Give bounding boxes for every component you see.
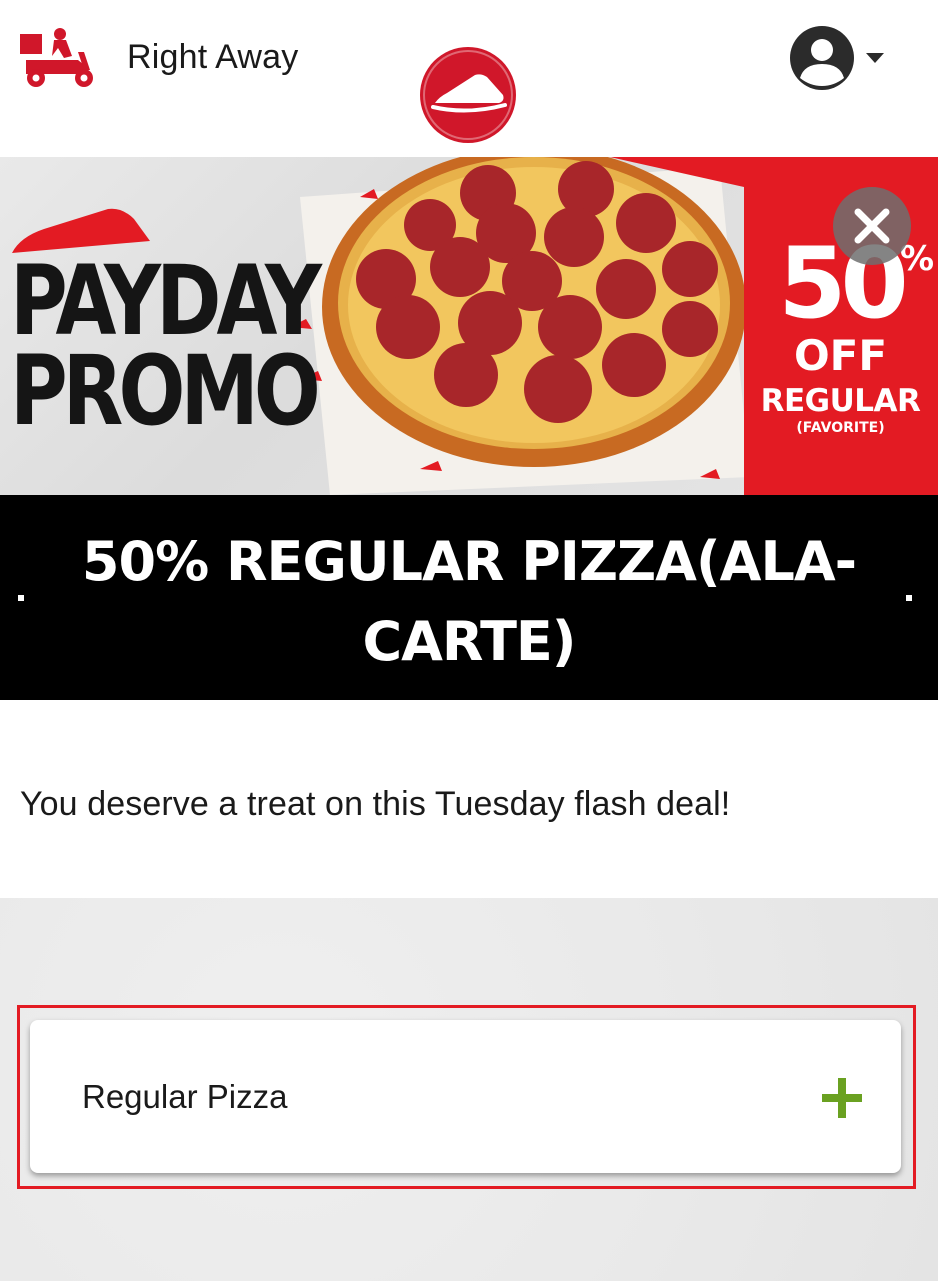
discount-favorite-label: (FAVORITE)	[796, 420, 885, 436]
discount-off-label: OFF	[793, 331, 888, 380]
promo-title-line-2: PROMO	[10, 335, 321, 447]
close-button[interactable]	[833, 187, 911, 265]
carousel-dot-right[interactable]	[906, 595, 912, 601]
plus-icon[interactable]	[822, 1078, 862, 1118]
carousel-dot-left[interactable]	[18, 595, 24, 601]
user-account-icon	[790, 26, 854, 90]
deal-title: 50% REGULAR PIZZA(ALA-CARTE)	[81, 530, 857, 673]
account-menu[interactable]	[786, 22, 890, 94]
deal-description: You deserve a treat on this Tuesday flas…	[20, 785, 731, 823]
item-card-regular-pizza[interactable]: Regular Pizza	[30, 1020, 901, 1173]
app-header: Right Away	[0, 0, 938, 157]
promo-banner[interactable]: PAYDAY PROMO 50 % OFF REGULAR (FAVORITE)	[0, 157, 938, 495]
close-icon	[854, 208, 890, 244]
delivery-mode-label[interactable]: Right Away	[127, 38, 298, 77]
discount-regular-label: REGULAR	[760, 383, 921, 419]
caret-down-icon	[866, 53, 884, 63]
item-name: Regular Pizza	[82, 1078, 288, 1115]
pizza-hut-logo[interactable]	[417, 45, 519, 145]
delivery-scooter-icon[interactable]	[18, 26, 100, 90]
